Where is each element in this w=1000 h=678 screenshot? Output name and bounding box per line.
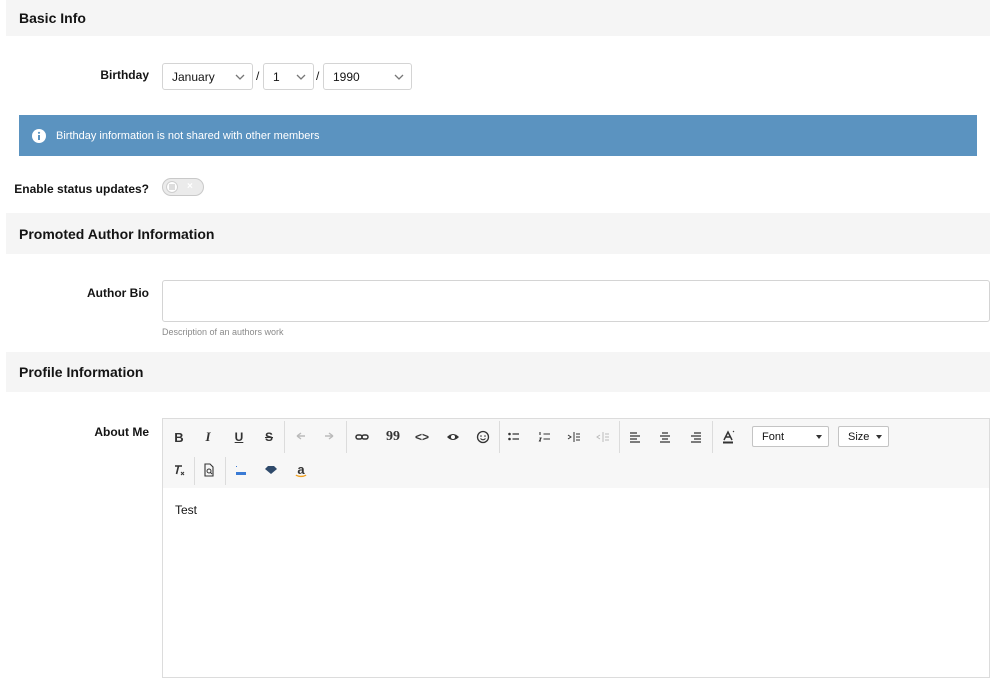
size-select-value: Size (848, 430, 870, 443)
underline-button[interactable]: U (227, 426, 251, 448)
font-select[interactable]: Font (752, 426, 829, 447)
redo-icon[interactable] (317, 426, 341, 448)
size-select[interactable]: Size (838, 426, 889, 447)
author-bio-hint: Description of an authors work (162, 327, 284, 337)
status-updates-label: Enable status updates? (14, 182, 149, 196)
text-color-icon[interactable] (716, 426, 740, 448)
bullet-list-icon[interactable] (502, 426, 526, 448)
author-bio-label: Author Bio (87, 286, 149, 300)
emoji-smile-icon[interactable] (471, 426, 495, 448)
author-bio-input[interactable] (162, 280, 990, 322)
indent-icon[interactable] (562, 426, 586, 448)
close-icon: × (187, 181, 193, 192)
font-select-value: Font (762, 430, 785, 443)
align-center-icon[interactable] (653, 426, 677, 448)
section-title: Profile Information (19, 364, 144, 380)
toolbar-separator (619, 421, 620, 453)
menu-lines-icon (169, 184, 175, 190)
align-left-icon[interactable] (623, 426, 647, 448)
caret-down-icon (876, 435, 882, 439)
birthday-label: Birthday (100, 68, 149, 82)
year-value: 1990 (333, 69, 360, 84)
section-header-promoted-author: Promoted Author Information (6, 213, 990, 254)
about-me-editor[interactable]: B I U S 99 <> Font Size a Test (162, 418, 990, 678)
toolbar-separator (712, 421, 713, 453)
strikethrough-button[interactable]: S (257, 426, 281, 448)
amazon-smile-icon (295, 474, 307, 478)
bold-button[interactable]: B (167, 426, 191, 448)
date-separator: / (316, 69, 320, 83)
day-value: 1 (273, 69, 280, 84)
toggle-knob (166, 181, 178, 193)
date-separator: / (256, 69, 260, 83)
toolbar-separator (499, 421, 500, 453)
preview-eye-icon[interactable] (441, 426, 465, 448)
preview-document-icon[interactable] (197, 459, 221, 481)
month-value: January (172, 69, 215, 84)
gem-icon[interactable] (259, 459, 283, 481)
remove-format-icon[interactable] (167, 459, 191, 481)
birthday-year-select[interactable]: 1990 (323, 63, 412, 90)
blockquote-button[interactable]: 99 (381, 426, 405, 448)
chevron-down-icon (235, 74, 245, 80)
toolbar-separator (225, 457, 226, 485)
birthday-month-select[interactable]: January (162, 63, 253, 90)
section-header-basic-info: Basic Info (6, 0, 990, 36)
link-icon[interactable] (350, 426, 374, 448)
align-right-icon[interactable] (684, 426, 708, 448)
italic-button[interactable]: I (196, 426, 220, 448)
toolbar-separator (284, 421, 285, 453)
chevron-down-icon (394, 74, 404, 80)
section-header-profile-info: Profile Information (6, 352, 990, 392)
toolbar-separator (194, 457, 195, 485)
undo-icon[interactable] (289, 426, 313, 448)
info-icon (32, 128, 46, 143)
section-title: Promoted Author Information (19, 225, 215, 242)
code-button[interactable]: <> (410, 426, 434, 448)
info-banner: Birthday information is not shared with … (19, 115, 977, 156)
amazon-icon[interactable]: a (289, 459, 313, 481)
birthday-day-select[interactable]: 1 (263, 63, 314, 90)
about-me-label: About Me (94, 425, 149, 439)
section-title: Basic Info (19, 10, 86, 26)
banner-text: Birthday information is not shared with … (56, 129, 320, 142)
status-updates-toggle[interactable]: × (162, 178, 204, 196)
editor-toolbar: B I U S 99 <> Font Size a (163, 419, 989, 488)
editor-content[interactable]: Test (175, 503, 197, 517)
chevron-down-icon (296, 74, 306, 80)
outdent-icon[interactable] (591, 426, 615, 448)
toolbar-separator (346, 421, 347, 453)
numbered-list-icon[interactable] (533, 426, 557, 448)
caret-down-icon (816, 435, 822, 439)
media-embed-icon[interactable] (229, 459, 253, 481)
